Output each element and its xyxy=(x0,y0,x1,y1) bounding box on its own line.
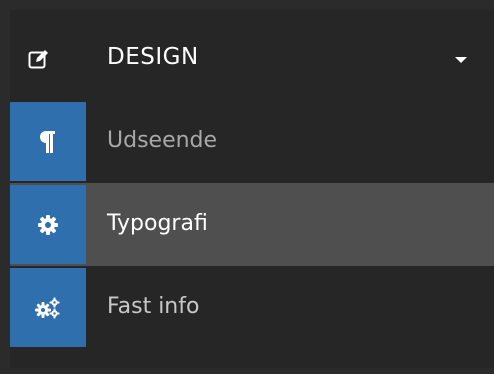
menu-item-label: Udseende xyxy=(107,128,218,153)
menu-item-typografi[interactable]: Typografi xyxy=(10,183,494,266)
caret-down-icon[interactable] xyxy=(452,50,470,68)
section-title: DESIGN xyxy=(107,44,199,70)
section-header-design[interactable]: DESIGN xyxy=(10,10,494,100)
sidebar-menu: DESIGN Udseende Typografi Fast info xyxy=(10,10,494,368)
menu-item-label: Typografi xyxy=(107,211,208,236)
sidebar-frame: DESIGN Udseende Typografi Fast info xyxy=(0,0,494,374)
edit-icon xyxy=(28,48,50,70)
menu-item-icon-box xyxy=(10,268,86,347)
menu-item-fast-info[interactable]: Fast info xyxy=(10,266,494,349)
menu-item-udseende[interactable]: Udseende xyxy=(10,100,494,183)
menu-item-label: Fast info xyxy=(107,294,200,319)
menu-item-icon-box xyxy=(10,185,86,264)
menu-item-icon-box xyxy=(10,102,86,181)
